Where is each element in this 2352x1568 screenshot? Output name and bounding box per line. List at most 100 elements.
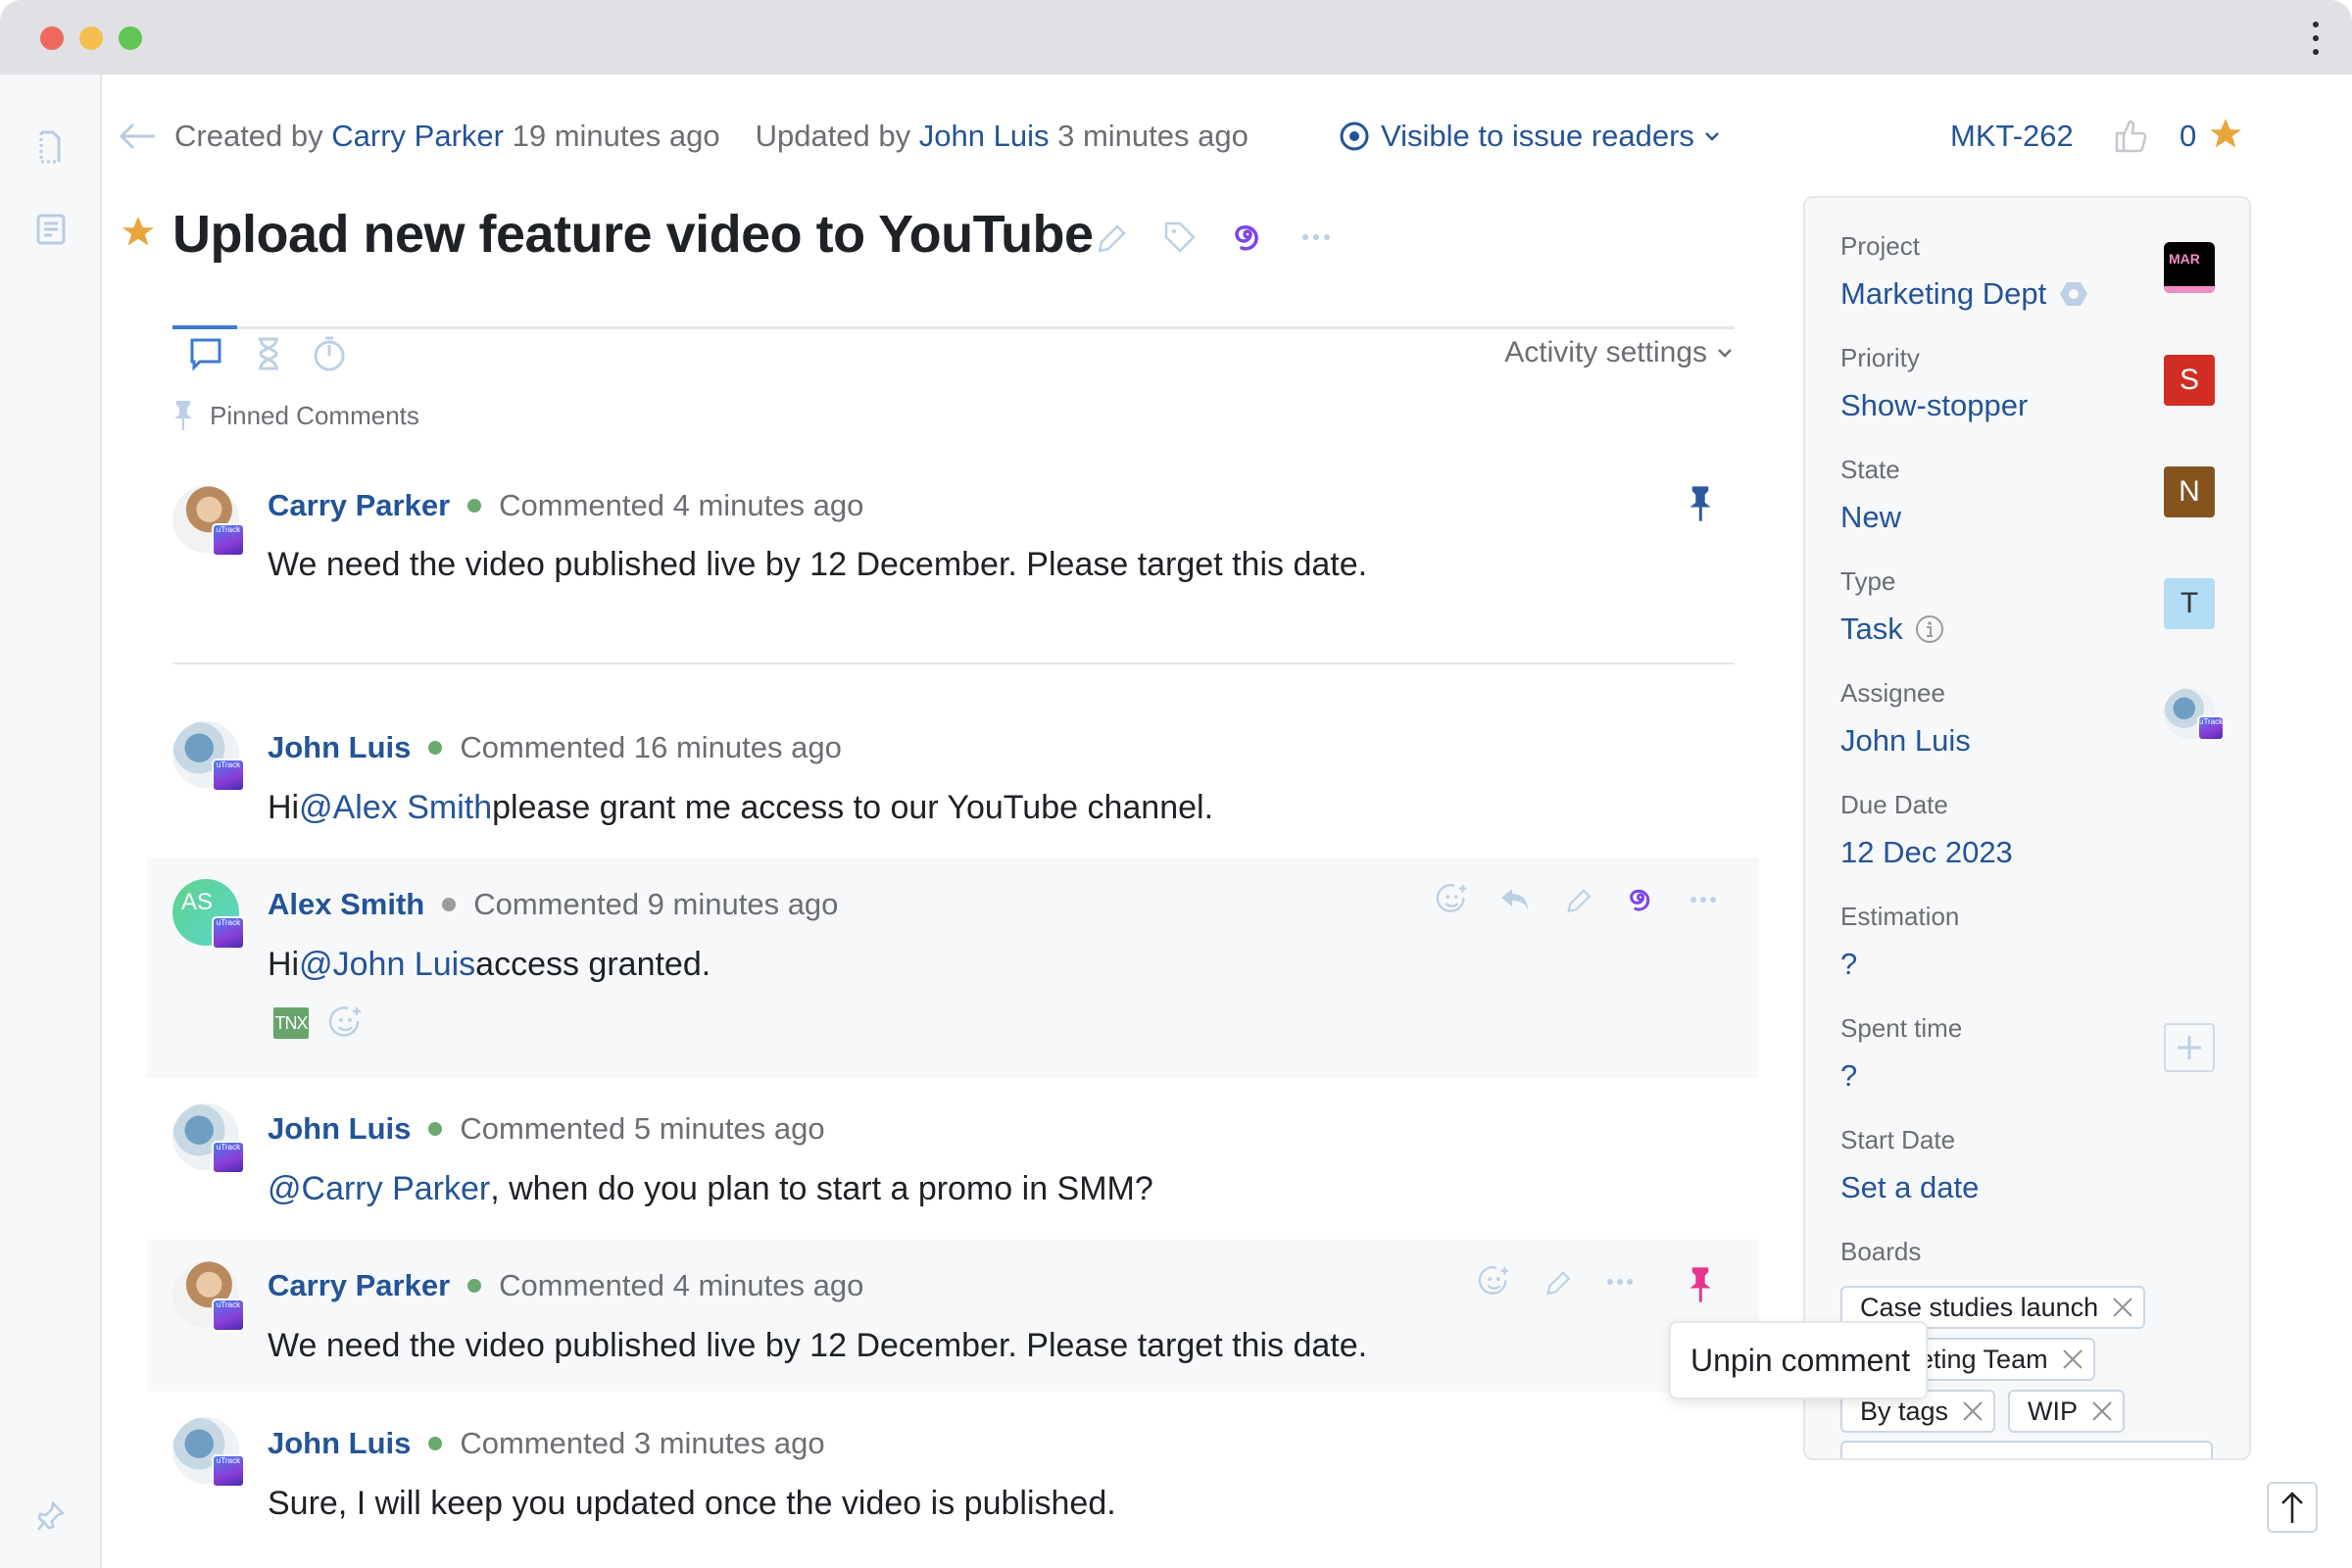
field-value-due-date[interactable]: 12 Dec 2023 xyxy=(1840,833,2013,872)
ai-spiral-icon[interactable] xyxy=(1624,883,1657,916)
field-value-spent-time[interactable]: ? xyxy=(1840,1056,1962,1096)
remove-x-icon[interactable] xyxy=(2089,1398,2115,1424)
tab-comments-icon[interactable] xyxy=(188,335,223,372)
reaction-tnx[interactable]: TNX xyxy=(273,1007,309,1039)
ai-spiral-icon[interactable] xyxy=(1229,218,1266,257)
board-chip-label: By tags xyxy=(1860,1396,1949,1426)
mention-link[interactable]: @Alex Smith xyxy=(299,789,492,827)
active-tab-indicator xyxy=(172,325,237,329)
more-options-icon[interactable] xyxy=(1687,883,1720,916)
avatar-carry-parker[interactable]: uTrack xyxy=(172,486,245,557)
comment-header: Carry Parker Commented 4 minutes ago xyxy=(268,486,863,525)
tab-timer-icon[interactable] xyxy=(312,335,347,372)
field-value-start-date[interactable]: Set a date xyxy=(1840,1168,1979,1207)
comment-author[interactable]: Alex Smith xyxy=(268,887,424,922)
avatar-john-luis[interactable]: uTrack xyxy=(172,1417,245,1488)
offline-status-dot xyxy=(442,898,457,911)
tab-history-hourglass-icon[interactable] xyxy=(251,335,286,372)
app-badge-icon: uTrack xyxy=(212,1141,245,1174)
back-arrow-icon[interactable] xyxy=(118,122,157,151)
visibility-dropdown[interactable]: Visible to issue readers xyxy=(1338,113,1732,160)
mention-link[interactable]: @John Luis xyxy=(299,946,475,984)
mention-link[interactable]: @Carry Parker xyxy=(268,1170,490,1208)
comment-text: We need the video published live by 12 D… xyxy=(268,1326,1368,1364)
scroll-to-top-button[interactable] xyxy=(2267,1482,2318,1533)
add-spent-time-button[interactable] xyxy=(2164,1023,2215,1072)
edit-pencil-icon[interactable] xyxy=(1561,883,1594,916)
comment-text: We need the video published live by 12 D… xyxy=(268,545,1368,583)
remove-x-icon[interactable] xyxy=(2110,1295,2135,1320)
more-options-icon[interactable] xyxy=(1298,218,1335,257)
add-reaction-icon[interactable] xyxy=(1478,1265,1511,1298)
unpin-comment-button[interactable] xyxy=(1686,1265,1715,1304)
field-label: State xyxy=(1840,455,1900,484)
field-value-priority[interactable]: Show-stopper xyxy=(1840,386,2028,425)
remove-x-icon[interactable] xyxy=(1960,1398,1985,1424)
thumbs-up-icon[interactable] xyxy=(2113,116,2148,155)
article-icon[interactable] xyxy=(35,212,67,247)
issue-id-link[interactable]: MKT-262 xyxy=(1950,113,2074,160)
star-icon[interactable] xyxy=(2207,116,2244,153)
priority-badge: S xyxy=(2164,355,2215,406)
title-actions xyxy=(1092,218,1335,257)
kebab-menu-icon[interactable] xyxy=(2309,22,2323,55)
comment-text-post: access granted. xyxy=(475,945,711,983)
board-chip[interactable]: WIP xyxy=(2008,1390,2125,1433)
field-estimation: Estimation ? xyxy=(1840,900,1959,984)
field-label: Estimation xyxy=(1840,902,1960,931)
comment-author[interactable]: Carry Parker xyxy=(268,488,450,523)
close-window-button[interactable] xyxy=(40,26,64,50)
type-badge: T xyxy=(2164,578,2215,629)
reply-icon[interactable] xyxy=(1498,883,1532,916)
field-type: Type Task xyxy=(1840,564,1944,649)
more-options-icon[interactable] xyxy=(1603,1265,1637,1298)
gear-hex-icon xyxy=(2060,282,2088,306)
comment-author[interactable]: John Luis xyxy=(268,730,411,765)
pinned-pin-icon[interactable] xyxy=(1686,484,1715,523)
comment-time: Commented 3 minutes ago xyxy=(460,1426,825,1460)
avatar-carry-parker[interactable]: uTrack xyxy=(172,1261,245,1332)
comment-author[interactable]: Carry Parker xyxy=(268,1268,450,1303)
comment-header: Carry Parker Commented 4 minutes ago xyxy=(268,1266,863,1305)
pin-icon xyxy=(174,401,192,430)
comment-author[interactable]: John Luis xyxy=(268,1111,411,1147)
edit-pencil-icon[interactable] xyxy=(1541,1265,1574,1298)
field-value-estimation[interactable]: ? xyxy=(1840,945,1959,984)
remove-x-icon[interactable] xyxy=(2060,1347,2085,1372)
arrow-up-icon xyxy=(2281,1492,2303,1523)
avatar-alex-smith[interactable]: AS uTrack xyxy=(172,879,245,950)
document-icon[interactable] xyxy=(35,129,67,165)
favorite-star-icon[interactable] xyxy=(120,214,157,251)
updated-by-link[interactable]: John Luis xyxy=(919,119,1050,154)
comment-item: uTrack John Luis Commented 3 minutes ago… xyxy=(147,1401,1759,1548)
comment-header: John Luis Commented 16 minutes ago xyxy=(268,728,842,767)
field-start-date: Start Date Set a date xyxy=(1840,1123,1979,1207)
online-status-dot xyxy=(428,741,443,755)
avatar-john-luis[interactable]: uTrack xyxy=(172,721,245,792)
online-status-dot xyxy=(467,499,482,513)
field-label: Type xyxy=(1840,566,1896,596)
edit-pencil-icon[interactable] xyxy=(1092,218,1129,257)
pin-icon[interactable] xyxy=(35,1499,67,1535)
comment-text-pre: Hi xyxy=(268,945,300,983)
add-reaction-icon[interactable] xyxy=(328,1005,364,1041)
activity-settings-dropdown[interactable]: Activity settings xyxy=(1504,333,1735,372)
created-ago: 19 minutes ago xyxy=(512,119,720,153)
tag-icon[interactable] xyxy=(1160,218,1198,257)
board-add-input[interactable] xyxy=(1840,1441,2213,1458)
created-by-link[interactable]: Carry Parker xyxy=(331,119,504,154)
comment-item: uTrack John Luis Commented 16 minutes ag… xyxy=(147,706,1759,853)
field-value-type[interactable]: Task xyxy=(1840,610,1944,649)
assignee-avatar[interactable]: uTrack xyxy=(2164,688,2225,741)
field-value-state[interactable]: New xyxy=(1840,498,1901,537)
comment-author[interactable]: John Luis xyxy=(268,1426,411,1461)
field-spent-time: Spent time ? xyxy=(1840,1011,1962,1096)
maximize-window-button[interactable] xyxy=(119,26,142,50)
info-icon[interactable] xyxy=(1915,614,1944,644)
add-reaction-icon[interactable] xyxy=(1436,883,1469,916)
app-badge-icon: uTrack xyxy=(212,1298,245,1332)
avatar-john-luis[interactable]: uTrack xyxy=(172,1103,245,1174)
field-value-assignee[interactable]: John Luis xyxy=(1840,721,1971,760)
minimize-window-button[interactable] xyxy=(79,26,103,50)
field-value-project[interactable]: Marketing Dept xyxy=(1840,274,2089,314)
